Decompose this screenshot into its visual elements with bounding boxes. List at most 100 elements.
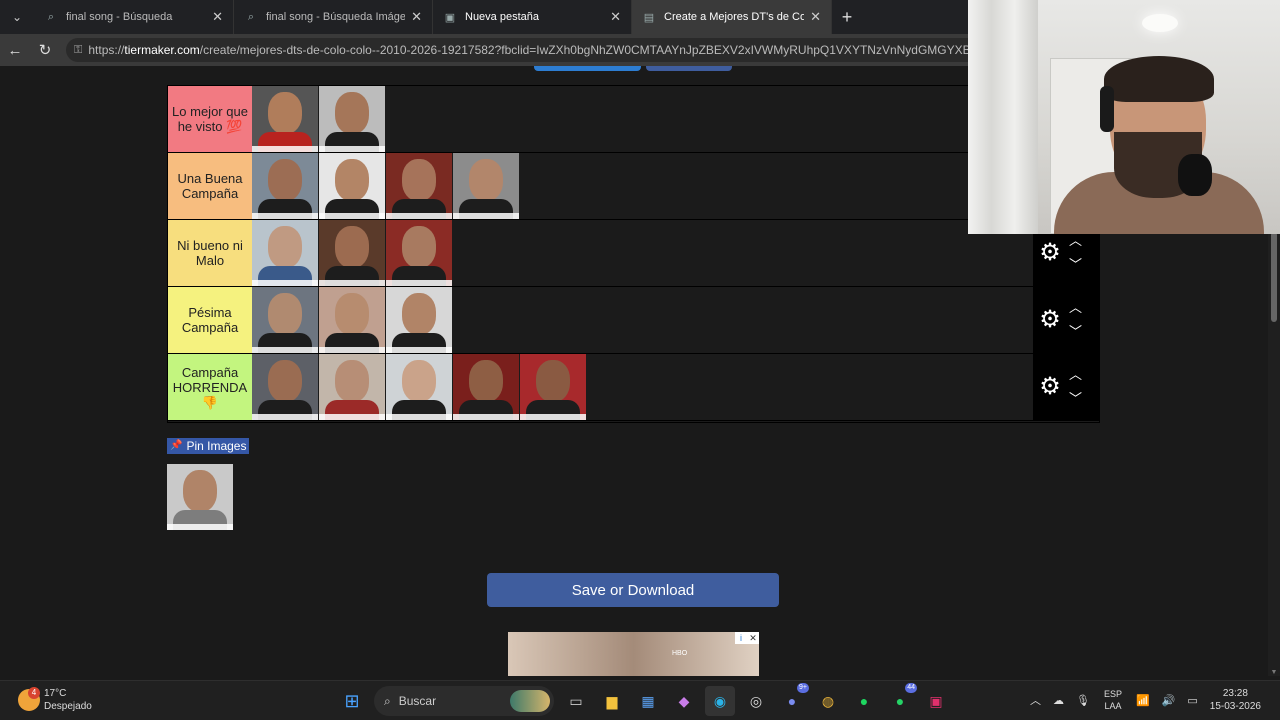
coach-image[interactable] <box>319 220 385 286</box>
new-tab-button[interactable]: + <box>832 7 862 28</box>
cloud-icon[interactable]: ☁ <box>1053 694 1064 707</box>
volume-icon[interactable]: 🔊 <box>1162 694 1176 707</box>
tab-final-song-search[interactable]: ⌕ final song - Búsqueda ✕ <box>34 0 234 34</box>
instagram-icon[interactable]: ▣ <box>921 686 951 716</box>
wifi-icon[interactable]: 📶 <box>1136 694 1150 707</box>
coach-image[interactable] <box>252 354 318 420</box>
coach-image[interactable] <box>252 86 318 152</box>
search-icon: ⌕ <box>47 10 55 23</box>
coach-image[interactable] <box>386 287 452 353</box>
store-icon[interactable]: ▦ <box>633 686 663 716</box>
weather-badge: 4 <box>28 687 40 699</box>
ad-logo: HBO <box>672 650 688 657</box>
battery-icon[interactable]: ▭ <box>1187 694 1197 707</box>
gear-icon[interactable]: ⚙ <box>1033 238 1067 267</box>
coach-image[interactable] <box>453 354 519 420</box>
chrome-icon[interactable]: ◍ <box>813 686 843 716</box>
taskbar-apps: ⊞ ⌕ Buscar ▭ ▆ ▦ ◆ ◉ ◎ ● 9+ ◍ ● ● 44 ▣ <box>334 683 954 716</box>
coach-image[interactable] <box>453 153 519 219</box>
ad-close-icon[interactable]: ✕ <box>747 632 759 644</box>
coach-image[interactable] <box>252 287 318 353</box>
obs-icon[interactable]: ◎ <box>741 686 771 716</box>
advertisement[interactable]: HBO i ✕ <box>508 632 759 676</box>
start-icon[interactable]: ⊞ <box>337 686 367 716</box>
tier-label[interactable]: Ni bueno ni Malo <box>168 220 252 286</box>
gear-icon[interactable]: ⚙ <box>1033 372 1067 401</box>
save-download-button[interactable]: Save or Download <box>487 573 779 607</box>
tier-label[interactable]: Lo mejor que he visto 💯 <box>168 86 252 152</box>
coach-image[interactable] <box>252 220 318 286</box>
close-icon[interactable]: ✕ <box>411 9 422 25</box>
close-icon[interactable]: ✕ <box>610 9 621 25</box>
discord-icon[interactable]: ● 9+ <box>777 683 809 716</box>
reload-icon[interactable]: ↻ <box>30 41 60 59</box>
close-icon[interactable]: ✕ <box>212 9 223 25</box>
tier-items <box>252 86 386 152</box>
pin-icon: 📌 <box>170 440 183 451</box>
tier-label[interactable]: Una Buena Campaña <box>168 153 252 219</box>
site-info-icon[interactable]: ⚿ <box>74 44 82 57</box>
ad-info-icon[interactable]: i <box>735 632 747 644</box>
coach-image[interactable] <box>386 354 452 420</box>
copilot-icon[interactable]: ◆ <box>669 686 699 716</box>
chevron-down-icon[interactable]: ﹀ <box>1069 253 1082 277</box>
coach-image[interactable] <box>319 153 385 219</box>
chevron-up-icon[interactable]: ︿ <box>1069 296 1082 320</box>
coach-image[interactable] <box>167 464 233 530</box>
person-hair <box>1104 56 1214 102</box>
tab-tiermaker[interactable]: ▤ Create a Mejores DT's de Colo-Col ✕ <box>632 0 832 34</box>
search-highlight-image <box>510 690 550 712</box>
image-pool <box>167 464 234 530</box>
tab-menu-button[interactable]: ⌄ <box>0 0 34 34</box>
tier-row: Pésima Campaña <box>168 287 1099 354</box>
pin-images-toggle[interactable]: 📌 Pin Images <box>167 438 250 454</box>
tier-list: Lo mejor que he visto 💯 Una Buena Campañ… <box>167 85 1100 423</box>
url-input[interactable]: ⚿ https://tiermaker.com/create/mejores-d… <box>66 38 1066 62</box>
file-explorer-icon[interactable]: ▆ <box>597 686 627 716</box>
tier-controls: ⚙ ︿ ﹀ <box>1033 286 1100 353</box>
tiermaker-icon: ▤ <box>643 11 655 24</box>
weather-widget[interactable]: 4 17°C Despejado <box>18 687 92 713</box>
coach-image[interactable] <box>319 287 385 353</box>
tier-items <box>252 153 520 219</box>
microphone-icon[interactable]: 🎙 <box>1076 694 1090 707</box>
chevron-down-icon[interactable]: ﹀ <box>1069 387 1082 411</box>
tier-label[interactable]: Pésima Campaña <box>168 287 252 353</box>
edge-icon[interactable]: ◉ <box>705 686 735 716</box>
clock[interactable]: 23:28 15-03-2026 <box>1210 687 1261 713</box>
coach-image[interactable] <box>520 354 586 420</box>
tier-row: Campaña HORRENDA 👎 <box>168 354 1099 421</box>
tier-controls: ⚙ ︿ ﹀ <box>1033 353 1100 420</box>
gear-icon[interactable]: ⚙ <box>1033 305 1067 334</box>
tier-row: Una Buena Campaña <box>168 153 1099 220</box>
language-indicator[interactable]: ESP LAA <box>1104 688 1122 712</box>
coach-image[interactable] <box>319 86 385 152</box>
system-tray: ︿ ☁ 🎙 ESP LAA 📶 🔊 ▭ 23:28 15-03-2026 <box>1024 687 1261 713</box>
tier-label[interactable]: Campaña HORRENDA 👎 <box>168 354 252 420</box>
close-icon[interactable]: ✕ <box>810 9 821 25</box>
tab-final-song-images[interactable]: ⌕ final song - Búsqueda Imágenes ✕ <box>234 0 433 34</box>
tab-new-tab[interactable]: ▣ Nueva pestaña ✕ <box>433 0 632 34</box>
coach-image[interactable] <box>386 153 452 219</box>
scroll-down-icon[interactable]: ▼ <box>1268 669 1280 676</box>
tab-icon: ▣ <box>444 11 456 24</box>
coach-image[interactable] <box>319 354 385 420</box>
chevron-down-icon[interactable]: ﹀ <box>1069 320 1082 344</box>
task-view-icon[interactable]: ▭ <box>561 686 591 716</box>
scroll-thumb[interactable] <box>1271 232 1277 322</box>
taskbar-search[interactable]: ⌕ Buscar <box>374 686 554 716</box>
windows-taskbar: 4 17°C Despejado ⊞ ⌕ Buscar ▭ ▆ ▦ ◆ ◉ ◎ ●… <box>0 680 1280 720</box>
spotify-icon[interactable]: ● <box>849 686 879 716</box>
back-arrow-icon[interactable]: ← <box>0 42 30 59</box>
chevron-up-icon[interactable]: ︿ <box>1030 692 1041 708</box>
coach-image[interactable] <box>386 220 452 286</box>
chevron-up-icon[interactable]: ︿ <box>1069 363 1082 387</box>
whatsapp-icon[interactable]: ● 44 <box>885 683 917 716</box>
search-icon: ⌕ <box>247 10 255 23</box>
tier-items <box>252 354 587 420</box>
clipped-button-2[interactable] <box>646 66 732 71</box>
curtain <box>968 0 1038 234</box>
coach-image[interactable] <box>252 153 318 219</box>
search-icon: ⌕ <box>384 693 391 708</box>
clipped-button-1[interactable] <box>534 66 641 71</box>
